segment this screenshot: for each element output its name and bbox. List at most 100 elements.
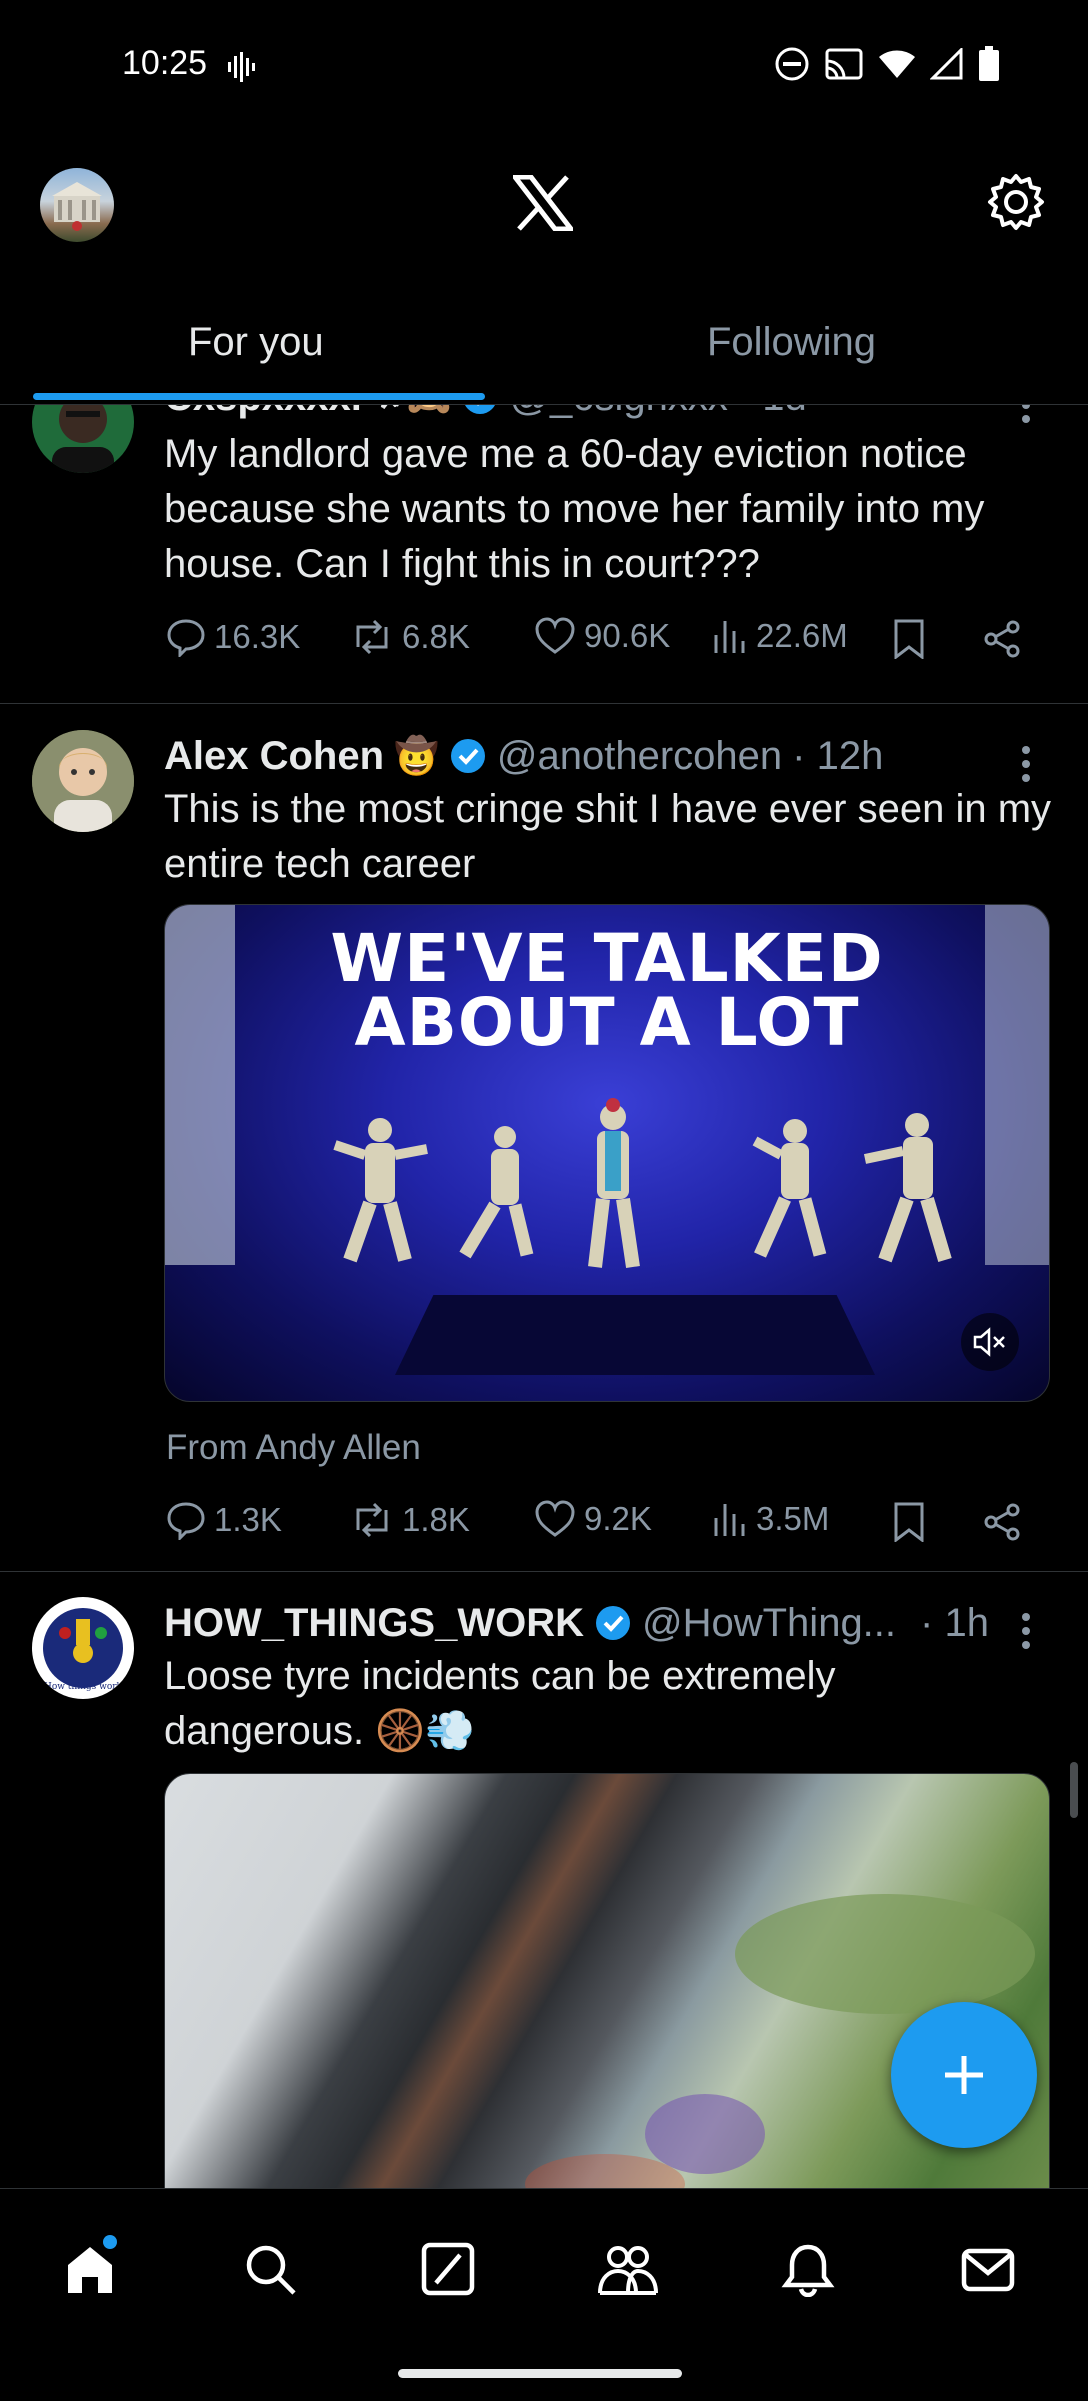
nav-communities[interactable] — [588, 2229, 668, 2309]
avatar-image: How things work — [34, 1599, 132, 1697]
mute-toggle[interactable] — [961, 1313, 1019, 1371]
avatar-image — [32, 730, 134, 832]
post-text: My landlord gave me a 60-day eviction no… — [164, 432, 985, 586]
like-count: 90.6K — [584, 617, 671, 654]
heart-icon — [535, 617, 575, 654]
post-header: HOW_THINGS_WORK @HowThing... · 1h — [164, 1597, 989, 1649]
verified-badge-icon — [465, 405, 496, 414]
author-handle[interactable]: @_6sighxxx — [509, 405, 727, 420]
post-divider — [0, 1571, 1088, 1572]
status-icons — [774, 46, 1000, 82]
muted-speaker-icon — [973, 1327, 1005, 1357]
post-header: Alex Cohen 🤠 @anothercohen · 12h — [164, 730, 883, 782]
repost-icon — [356, 1502, 388, 1538]
repost-button[interactable]: 1.8K — [350, 1500, 470, 1540]
post-time: · 1d — [738, 405, 807, 420]
author-emoji: ✘🙈 — [376, 405, 451, 418]
repost-icon — [356, 619, 388, 655]
reply-button[interactable]: 16.3K — [166, 617, 300, 657]
status-bar: 10:25 — [0, 0, 1088, 135]
gear-icon[interactable] — [986, 172, 1046, 232]
reply-count: 16.3K — [214, 618, 301, 655]
nav-grok[interactable] — [408, 2229, 488, 2309]
post-header: Cxspxxxxr ✘🙈 @_6sighxxx · 1d — [164, 405, 807, 423]
messages-icon — [961, 2248, 1015, 2292]
reply-count: 1.3K — [214, 1501, 282, 1538]
home-icon — [68, 2247, 112, 2293]
post-actions: 16.3K 6.8K 90.6K 22.6M — [164, 617, 1044, 667]
author-name[interactable]: Alex Cohen — [164, 734, 384, 779]
views-button[interactable]: 3.5M — [712, 1500, 829, 1538]
tab-for-you[interactable]: For you — [188, 320, 324, 365]
post-avatar[interactable]: How things work — [32, 1597, 134, 1699]
dnd-icon — [775, 47, 809, 81]
compose-post-button[interactable] — [891, 2002, 1037, 2148]
repost-count: 6.8K — [402, 618, 470, 655]
verified-badge-icon — [596, 1606, 630, 1640]
post-avatar[interactable] — [32, 730, 134, 832]
author-name[interactable]: HOW_THINGS_WORK — [164, 1601, 584, 1646]
author-name[interactable]: Cxspxxxxr — [164, 405, 366, 420]
author-handle[interactable]: @HowThing... — [642, 1601, 896, 1646]
views-button[interactable]: 22.6M — [712, 617, 848, 655]
author-emoji: 🤠 — [394, 735, 439, 776]
more-options-icon[interactable] — [1020, 405, 1032, 425]
cast-icon — [825, 48, 863, 80]
view-count: 22.6M — [756, 617, 848, 654]
post-avatar[interactable] — [32, 405, 134, 473]
x-logo-icon[interactable] — [513, 175, 573, 231]
active-tab-indicator — [33, 393, 485, 400]
avatar-text: How things work — [44, 1682, 123, 1692]
nav-home[interactable] — [50, 2229, 130, 2309]
scrollbar[interactable] — [1070, 1762, 1078, 1818]
bookmark-icon[interactable] — [892, 1502, 926, 1542]
post-video[interactable]: WE'VE TALKED ABOUT A LOT — [164, 904, 1050, 1402]
tab-following[interactable]: Following — [707, 320, 876, 365]
notification-dot — [103, 2235, 117, 2249]
dancers-illustration — [165, 905, 1049, 1269]
audio-wave-icon — [228, 52, 255, 82]
post-text: Loose tyre incidents can be extremely da… — [164, 1654, 836, 1753]
heart-icon — [535, 1500, 575, 1537]
signal-icon — [930, 48, 963, 80]
grok-icon — [421, 2242, 475, 2296]
reply-icon — [167, 619, 205, 657]
status-time: 10:25 — [122, 44, 208, 82]
reply-icon — [167, 1502, 205, 1540]
post-divider — [0, 703, 1088, 704]
share-icon[interactable] — [982, 1502, 1022, 1542]
gesture-home-indicator[interactable] — [398, 2369, 682, 2378]
post-time: · 1h — [920, 1600, 989, 1645]
more-options-icon[interactable] — [1020, 1611, 1032, 1651]
bottom-navigation — [0, 2188, 1088, 2401]
nav-notifications[interactable] — [768, 2229, 848, 2309]
wifi-icon — [879, 50, 915, 78]
nav-search[interactable] — [230, 2229, 310, 2309]
share-icon[interactable] — [982, 619, 1022, 659]
bookmark-icon[interactable] — [892, 619, 926, 659]
timeline-feed[interactable]: Cxspxxxxr ✘🙈 @_6sighxxx · 1d My landlord… — [0, 405, 1088, 2188]
post-time: · 12h — [792, 733, 884, 778]
more-options-icon[interactable] — [1020, 744, 1032, 784]
post-actions: 1.3K 1.8K 9.2K 3.5M — [164, 1500, 1044, 1550]
repost-count: 1.8K — [402, 1501, 470, 1538]
avatar-image — [52, 405, 114, 473]
author-handle[interactable]: @anothercohen — [497, 734, 782, 779]
profile-avatar[interactable] — [40, 168, 114, 242]
timeline-tabs: For you Following — [0, 290, 1088, 405]
video-source[interactable]: From Andy Allen — [166, 1428, 421, 1468]
communities-icon — [598, 2246, 658, 2295]
view-count: 3.5M — [756, 1500, 830, 1537]
avatar-image — [52, 182, 102, 231]
reply-button[interactable]: 1.3K — [166, 1500, 282, 1540]
search-icon — [246, 2245, 296, 2295]
like-button[interactable]: 90.6K — [534, 617, 670, 655]
like-button[interactable]: 9.2K — [534, 1500, 652, 1538]
battery-icon — [979, 46, 999, 81]
nav-messages[interactable] — [948, 2229, 1028, 2309]
notifications-icon — [781, 2244, 835, 2297]
views-icon — [714, 621, 745, 653]
repost-button[interactable]: 6.8K — [350, 617, 470, 657]
like-count: 9.2K — [584, 1500, 652, 1537]
plus-icon — [945, 2056, 983, 2094]
